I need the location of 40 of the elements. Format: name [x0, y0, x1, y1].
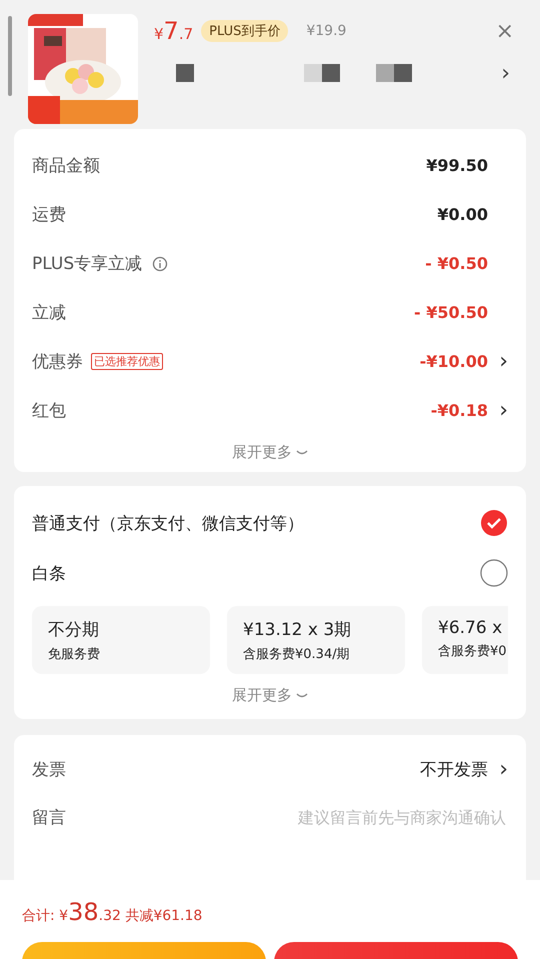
radio-icon[interactable]	[480, 559, 508, 587]
row-label: 红包	[32, 400, 66, 422]
coupon-badge: 已选推荐优惠	[91, 353, 163, 370]
row-value: - ¥50.50	[414, 303, 488, 322]
redaction-block	[376, 64, 412, 82]
chevron-down-icon	[296, 692, 308, 698]
row-label: 优惠券	[32, 351, 83, 373]
installment-option[interactable]: 不分期 免服务费	[32, 606, 210, 674]
row-label: 商品金额	[32, 155, 100, 177]
chevron[interactable]: ›	[488, 349, 508, 374]
row-value: -¥10.00	[420, 352, 488, 371]
info-icon[interactable]	[152, 256, 168, 272]
order-total: 合计: ¥38.32 共减¥61.18	[22, 898, 204, 926]
payment-option[interactable]: 白条	[32, 562, 66, 584]
installment-option[interactable]: ¥6.76 x 含服务费¥0	[422, 606, 508, 674]
redaction-block	[176, 64, 194, 82]
expand-more-button[interactable]: 展开更多	[228, 684, 312, 707]
chevron[interactable]: ›	[488, 398, 508, 423]
row-value: - ¥0.50	[425, 254, 488, 273]
expand-more-button[interactable]: 展开更多	[228, 441, 312, 464]
row-label: 发票	[32, 758, 66, 780]
row-value: ¥0.00	[437, 205, 488, 224]
row-label: 立减	[32, 302, 66, 324]
row-label: 运费	[32, 204, 66, 226]
original-price: ¥19.9	[306, 23, 346, 39]
chevron[interactable]: ›	[501, 60, 510, 86]
installment-option[interactable]: ¥13.12 x 3期 含服务费¥0.34/期	[227, 606, 405, 674]
close-button[interactable]: ×	[484, 18, 526, 44]
chevron[interactable]: ›	[488, 756, 508, 782]
row-value: -¥0.18	[430, 401, 488, 420]
invoice-value[interactable]: 不开发票	[420, 758, 488, 780]
payment-option[interactable]: 普通支付（京东支付、微信支付等）	[32, 512, 304, 534]
plus-price: ¥7.7	[154, 17, 194, 45]
plus-price-tag: PLUS到手价	[201, 20, 288, 42]
checked-radio-icon[interactable]	[480, 509, 508, 537]
row-value: ¥99.50	[426, 156, 488, 175]
row-label: 留言	[32, 806, 66, 828]
redaction-block	[304, 64, 340, 82]
chevron-down-icon	[296, 450, 308, 456]
row-label: PLUS专享立减	[32, 253, 142, 275]
